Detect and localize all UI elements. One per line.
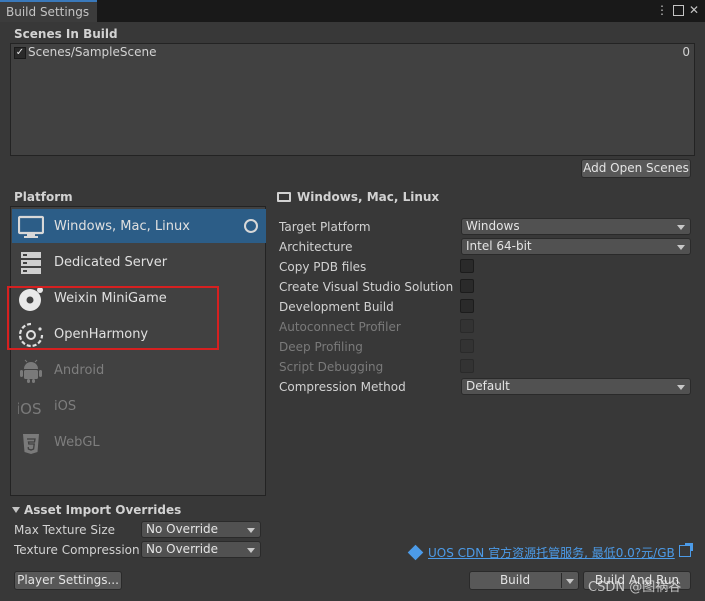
android-icon (20, 359, 42, 383)
development-build-checkbox[interactable] (460, 299, 474, 313)
deep-profiling-checkbox (460, 339, 474, 353)
target-platform-value: Windows (466, 219, 520, 233)
chevron-down-icon (677, 225, 685, 230)
platform-label: Android (54, 363, 105, 378)
external-link-icon[interactable] (679, 543, 693, 557)
chevron-down-icon[interactable] (566, 579, 574, 584)
build-button[interactable]: Build (469, 571, 579, 590)
compression-method-dropdown[interactable]: Default (461, 378, 691, 395)
html5-icon (23, 434, 39, 454)
platform-title: Platform (14, 190, 73, 204)
architecture-label: Architecture (279, 240, 353, 254)
build-button-separator (561, 573, 562, 588)
platform-item-dedicated-server[interactable]: Dedicated Server (12, 245, 266, 279)
settings-header: Windows, Mac, Linux (277, 190, 439, 204)
scene-index: 0 (682, 45, 690, 59)
texture-compression-label: Texture Compression (14, 543, 140, 557)
scene-row[interactable]: ✓ Scenes/SampleScene 0 (11, 45, 694, 61)
texture-compression-value: No Override (146, 542, 219, 556)
scenes-list[interactable]: ✓ Scenes/SampleScene 0 (10, 43, 695, 156)
texture-compression-dropdown[interactable]: No Override (141, 541, 261, 558)
watermark: CSDN @图祸谷 (588, 580, 682, 595)
unity-active-icon (244, 219, 258, 233)
uos-cdn-link-text: UOS CDN 官方资源托管服务, 最低0.0?元/GB (428, 546, 675, 560)
target-platform-dropdown[interactable]: Windows (461, 218, 691, 235)
autoconnect-profiler-checkbox (460, 319, 474, 333)
add-open-scenes-button[interactable]: Add Open Scenes (581, 159, 691, 178)
chevron-down-icon (677, 385, 685, 390)
platform-item-ios[interactable]: iOS iOS (12, 389, 266, 423)
monitor-icon (277, 192, 291, 202)
maximize-icon[interactable] (672, 5, 684, 16)
cube-icon (407, 544, 424, 561)
ios-icon: iOS (18, 400, 42, 418)
max-texture-size-dropdown[interactable]: No Override (141, 521, 261, 538)
asset-import-overrides-title: Asset Import Overrides (24, 503, 182, 517)
development-build-label: Development Build (279, 300, 394, 314)
platform-label: Dedicated Server (54, 255, 168, 270)
script-debugging-label: Script Debugging (279, 360, 384, 374)
ios-icon-text: iOS (18, 400, 42, 418)
chevron-down-icon (677, 245, 685, 250)
more-options-icon[interactable]: ⋮ (656, 4, 668, 16)
script-debugging-checkbox (460, 359, 474, 373)
monitor-icon (18, 215, 44, 238)
target-platform-label: Target Platform (279, 220, 371, 234)
platform-label: WebGL (54, 435, 100, 450)
foldout-arrow-icon (12, 507, 20, 513)
scene-checkbox[interactable]: ✓ (14, 47, 26, 59)
highlight-box (7, 286, 219, 350)
build-button-label: Build (499, 573, 531, 587)
compression-method-value: Default (466, 379, 510, 393)
create-vs-label: Create Visual Studio Solution (279, 280, 454, 294)
copy-pdb-label: Copy PDB files (279, 260, 367, 274)
platform-item-windows-mac-linux[interactable]: Windows, Mac, Linux (12, 209, 266, 243)
max-texture-size-value: No Override (146, 522, 219, 536)
chevron-down-icon (247, 548, 255, 553)
platform-label: iOS (54, 399, 77, 414)
settings-header-label: Windows, Mac, Linux (297, 190, 440, 204)
chevron-down-icon (247, 528, 255, 533)
tab-bar: Build Settings ⋮ ✕ (0, 0, 705, 22)
compression-method-label: Compression Method (279, 380, 406, 394)
architecture-value: Intel 64-bit (466, 239, 532, 253)
window-controls: ⋮ ✕ (656, 4, 699, 16)
deep-profiling-label: Deep Profiling (279, 340, 363, 354)
asset-import-overrides-foldout[interactable]: Asset Import Overrides (12, 503, 181, 517)
platform-item-webgl[interactable]: WebGL (12, 425, 266, 459)
architecture-dropdown[interactable]: Intel 64-bit (461, 238, 691, 255)
close-icon[interactable]: ✕ (689, 4, 699, 16)
player-settings-button[interactable]: Player Settings... (14, 571, 122, 590)
platform-list: Windows, Mac, Linux Dedicated Server Wei… (10, 206, 266, 496)
platform-label: Windows, Mac, Linux (54, 219, 190, 234)
scene-name: Scenes/SampleScene (28, 45, 157, 59)
copy-pdb-checkbox[interactable] (460, 259, 474, 273)
autoconnect-profiler-label: Autoconnect Profiler (279, 320, 401, 334)
platform-item-android[interactable]: Android (12, 353, 266, 387)
max-texture-size-label: Max Texture Size (14, 523, 115, 537)
create-vs-checkbox[interactable] (460, 279, 474, 293)
uos-cdn-link[interactable]: UOS CDN 官方资源托管服务, 最低0.0?元/GB (407, 544, 675, 561)
server-icon (21, 252, 41, 274)
tab-build-settings[interactable]: Build Settings (0, 0, 97, 22)
scenes-in-build-title: Scenes In Build (14, 27, 118, 41)
